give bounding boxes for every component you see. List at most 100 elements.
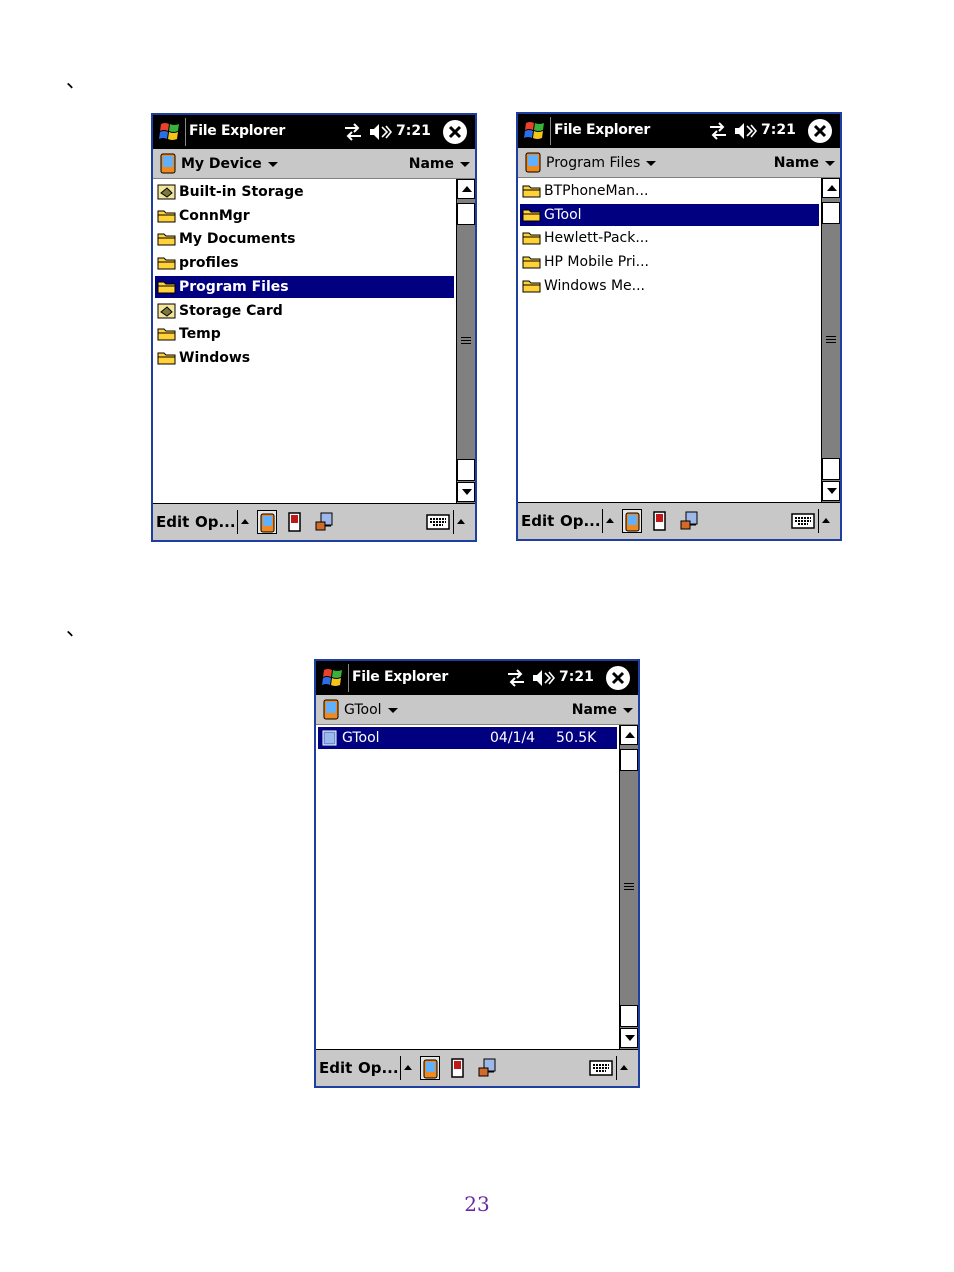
input-panel-toggle-icon[interactable]	[620, 1065, 628, 1070]
network-view-icon[interactable]	[313, 510, 333, 534]
list-item[interactable]: GTool	[520, 203, 819, 226]
scroll-up-button[interactable]	[620, 725, 638, 745]
storage-view-icon[interactable]	[448, 1056, 468, 1080]
bullet-mark-1: 、	[66, 68, 86, 92]
scroll-thumb[interactable]	[620, 749, 638, 771]
volume-icon[interactable]	[532, 669, 556, 687]
scroll-up-button[interactable]	[822, 178, 840, 198]
vertical-scrollbar[interactable]	[821, 178, 840, 502]
close-icon[interactable]	[808, 119, 832, 143]
app-title: File Explorer	[352, 669, 448, 685]
sync-icon[interactable]	[708, 122, 728, 140]
item-name: Built-in Storage	[179, 184, 304, 200]
list-item[interactable]: GTool 04/1/4 50.5K	[318, 727, 617, 749]
volume-icon[interactable]	[369, 123, 393, 141]
sort-dropdown[interactable]: Name	[774, 155, 835, 171]
device-view-icon[interactable]	[257, 510, 277, 534]
up-folder-icon[interactable]	[606, 518, 614, 523]
sort-dropdown[interactable]: Name	[572, 702, 633, 718]
sort-dropdown-label: Name	[571, 702, 617, 718]
item-name: BTPhoneMan...	[544, 183, 649, 199]
folder-dropdown[interactable]: GTool	[344, 702, 398, 718]
close-icon[interactable]	[606, 666, 630, 690]
scroll-down-button[interactable]	[457, 482, 475, 502]
scroll-down-button[interactable]	[620, 1028, 638, 1048]
folder-icon	[522, 254, 542, 270]
item-name: GTool	[342, 730, 380, 746]
list-item[interactable]: Storage Card	[155, 300, 454, 322]
list-item[interactable]: Windows	[155, 347, 454, 369]
storage-card-icon	[157, 303, 177, 319]
input-panel-toggle-icon[interactable]	[457, 519, 465, 524]
keyboard-icon[interactable]	[589, 1060, 613, 1076]
folder-dropdown[interactable]: My Device	[181, 156, 278, 172]
close-icon[interactable]	[443, 120, 467, 144]
vertical-scrollbar[interactable]	[619, 725, 638, 1049]
keyboard-icon[interactable]	[791, 513, 815, 529]
scroll-thumb[interactable]	[457, 203, 475, 225]
list-item[interactable]: Program Files	[155, 275, 454, 298]
list-item[interactable]: Windows Me...	[520, 275, 819, 297]
sync-icon[interactable]	[343, 123, 363, 141]
folder-dropdown-label: GTool	[344, 702, 382, 718]
clock[interactable]: 7:21	[396, 123, 431, 139]
scroll-thumb[interactable]	[822, 202, 840, 224]
title-divider	[185, 118, 186, 146]
clock[interactable]: 7:21	[559, 669, 594, 685]
scroll-grip-icon	[826, 336, 836, 343]
sync-icon[interactable]	[506, 669, 526, 687]
list-item[interactable]: profiles	[155, 252, 454, 274]
storage-view-icon[interactable]	[285, 510, 305, 534]
arrow-up-icon	[827, 185, 837, 191]
list-item[interactable]: Built-in Storage	[155, 181, 454, 203]
open-menu[interactable]: Op...	[560, 512, 601, 530]
sort-dropdown-label: Name	[773, 155, 819, 171]
file-explorer-screen: File Explorer 7:21 My Device Name Built-in S…	[151, 113, 477, 542]
edit-menu[interactable]: Edit	[521, 512, 554, 530]
page-number: 23	[464, 1192, 490, 1216]
edit-menu[interactable]: Edit	[156, 513, 189, 531]
device-view-icon[interactable]	[420, 1056, 440, 1080]
clock[interactable]: 7:21	[761, 122, 796, 138]
volume-icon[interactable]	[734, 122, 758, 140]
storage-view-icon[interactable]	[650, 509, 670, 533]
network-view-icon[interactable]	[678, 509, 698, 533]
keyboard-icon[interactable]	[426, 514, 450, 530]
network-view-icon[interactable]	[476, 1056, 496, 1080]
windows-start-icon[interactable]	[157, 120, 183, 144]
arrow-down-icon	[827, 488, 837, 494]
list-item[interactable]: Temp	[155, 323, 454, 345]
open-menu[interactable]: Op...	[358, 1059, 399, 1077]
scroll-down-button[interactable]	[822, 481, 840, 501]
sort-dropdown[interactable]: Name	[409, 156, 470, 172]
menu-divider	[602, 509, 603, 533]
folder-icon	[522, 230, 542, 246]
file-list[interactable]: BTPhoneMan... GTool Hewlett-Pack... HP Mobi…	[518, 178, 821, 502]
input-panel-toggle-icon[interactable]	[822, 518, 830, 523]
up-folder-icon[interactable]	[241, 519, 249, 524]
list-item[interactable]: Hewlett-Pack...	[520, 227, 819, 249]
windows-start-icon[interactable]	[522, 119, 548, 143]
scroll-track-end[interactable]	[620, 1005, 638, 1027]
list-item[interactable]: My Documents	[155, 228, 454, 250]
file-list[interactable]: GTool 04/1/4 50.5K	[316, 725, 619, 1049]
list-item[interactable]: HP Mobile Pri...	[520, 251, 819, 273]
folder-dropdown[interactable]: Program Files	[546, 155, 657, 171]
scroll-grip-icon	[461, 337, 471, 344]
scroll-track-end[interactable]	[822, 458, 840, 480]
list-item[interactable]: ConnMgr	[155, 205, 454, 227]
scroll-track-end[interactable]	[457, 459, 475, 481]
chevron-down-icon	[825, 160, 835, 166]
windows-start-icon[interactable]	[320, 666, 346, 690]
item-name: Storage Card	[179, 302, 283, 319]
up-folder-icon[interactable]	[404, 1065, 412, 1070]
scroll-up-button[interactable]	[457, 179, 475, 199]
vertical-scrollbar[interactable]	[456, 179, 475, 503]
app-title: File Explorer	[189, 123, 285, 139]
device-view-icon[interactable]	[622, 509, 642, 533]
edit-menu[interactable]: Edit	[319, 1059, 352, 1077]
item-size: 50.5K	[556, 730, 597, 746]
file-list[interactable]: Built-in Storage ConnMgr My Documents profi…	[153, 179, 456, 503]
list-item[interactable]: BTPhoneMan...	[520, 180, 819, 202]
open-menu[interactable]: Op...	[195, 513, 236, 531]
